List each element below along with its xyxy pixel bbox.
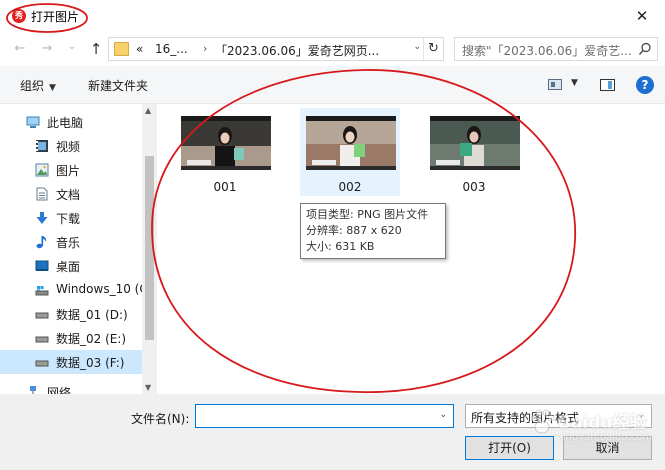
scrollbar-thumb[interactable]: [145, 156, 154, 340]
sidebar-item-documents[interactable]: 文档: [0, 182, 142, 206]
change-view-icon[interactable]: [548, 79, 562, 90]
breadcrumb-item-16[interactable]: 16_...: [155, 42, 188, 56]
file-list-view[interactable]: 001 002 003 项目类型: PNG 图片文件 分辨率: 887 x 62…: [157, 104, 665, 394]
file-type-filter[interactable]: 所有支持的图片格式 ⌄: [465, 404, 652, 428]
tooltip-size: 大小: 631 KB: [306, 240, 375, 253]
cancel-button[interactable]: 取消: [563, 436, 652, 460]
chevron-down-icon[interactable]: ⌄: [439, 410, 447, 420]
sidebar-item-label: 音乐: [56, 236, 81, 250]
image-thumbnail: [306, 116, 396, 170]
filename-label: 文件名(N):: [131, 412, 190, 426]
file-item-003[interactable]: 003: [424, 108, 524, 196]
command-bar: 组织 ▼ 新建文件夹 ▼ ?: [0, 66, 665, 104]
sidebar-item-pictures[interactable]: 图片: [0, 158, 142, 182]
close-button[interactable]: ✕: [627, 2, 657, 30]
navigation-pane: 此电脑 视频 图片 文档 下载 音乐 桌面 Windows_10 (C:) 数据…: [0, 104, 157, 394]
scroll-up-icon[interactable]: ▲: [145, 106, 151, 115]
search-box[interactable]: 搜索"「2023.06.06」爱奇艺...: [454, 37, 658, 61]
file-item-001[interactable]: 001: [175, 108, 275, 196]
sidebar-item-drive-e[interactable]: 数据_02 (E:): [0, 326, 142, 350]
network-icon: [30, 386, 36, 394]
scroll-down-icon[interactable]: ▼: [145, 383, 151, 392]
organize-label: 组织: [20, 79, 45, 93]
sidebar-item-desktop[interactable]: 桌面: [0, 254, 142, 278]
search-icon[interactable]: [638, 42, 652, 56]
bottom-pane: 文件名(N): ⌄ 所有支持的图片格式 ⌄ 打开(O) 取消: [0, 394, 665, 470]
sidebar-item-music[interactable]: 音乐: [0, 230, 142, 254]
file-info-tooltip: 项目类型: PNG 图片文件 分辨率: 887 x 620 大小: 631 KB: [300, 203, 446, 259]
pictures-icon: [35, 163, 49, 177]
sidebar-item-this-pc[interactable]: 此电脑: [0, 110, 142, 134]
file-name: 001: [213, 180, 237, 194]
filename-combobox[interactable]: ⌄: [195, 404, 454, 428]
file-name: 003: [462, 180, 486, 194]
window-title: 打开图片: [31, 10, 80, 24]
desktop-icon: [35, 260, 49, 271]
sidebar-item-label: 数据_03 (F:): [56, 356, 125, 370]
sidebar-item-label: 文档: [56, 188, 81, 202]
sidebar-scrollbar[interactable]: ▲ ▼: [142, 104, 157, 394]
sidebar-item-network[interactable]: 网络: [0, 380, 142, 394]
tooltip-resolution: 分辨率: 887 x 620: [306, 224, 402, 237]
image-thumbnail: [430, 116, 520, 170]
navigation-bar: ← → ⌄ ↑ « 16_... › 「2023.06.06」爱奇艺网页... …: [0, 32, 665, 66]
up-button[interactable]: ↑: [86, 39, 106, 59]
image-thumbnail: [181, 116, 271, 170]
breadcrumb-overflow[interactable]: «: [136, 42, 143, 56]
video-icon: [36, 140, 48, 152]
file-type-filter-value: 所有支持的图片格式: [471, 411, 580, 425]
recent-locations-button[interactable]: ⌄: [62, 37, 82, 57]
filename-input[interactable]: [200, 406, 432, 426]
search-placeholder[interactable]: 搜索"「2023.06.06」爱奇艺...: [462, 42, 634, 59]
system-drive-icon: [35, 286, 49, 296]
sidebar-item-downloads[interactable]: 下载: [0, 206, 142, 230]
address-bar[interactable]: « 16_... › 「2023.06.06」爱奇艺网页... ⌄ ↻: [108, 37, 444, 61]
drive-icon: [35, 312, 49, 319]
organize-menu[interactable]: 组织 ▼: [20, 77, 56, 94]
title-bar: 秀 打开图片 ✕: [0, 0, 665, 32]
back-button[interactable]: ←: [10, 39, 30, 59]
sidebar-item-label: 桌面: [56, 260, 81, 274]
sidebar-item-label: 网络: [47, 386, 72, 394]
sidebar-item-videos[interactable]: 视频: [0, 134, 142, 158]
chevron-down-icon: ▼: [49, 83, 56, 93]
help-icon[interactable]: ?: [636, 76, 654, 94]
chevron-down-icon[interactable]: ⌄: [637, 410, 645, 420]
folder-icon: [114, 42, 129, 56]
sidebar-item-label: 图片: [56, 164, 81, 178]
sidebar-item-label: 视频: [56, 140, 81, 154]
sidebar-item-label: 此电脑: [47, 116, 84, 130]
sidebar-item-drive-d[interactable]: 数据_01 (D:): [0, 302, 142, 326]
sidebar-item-label: 数据_01 (D:): [56, 308, 128, 322]
download-icon: [36, 212, 48, 224]
forward-button[interactable]: →: [37, 39, 57, 59]
sidebar-item-drive-c[interactable]: Windows_10 (C:): [0, 278, 156, 302]
drive-icon: [35, 336, 49, 343]
app-logo-icon: 秀: [12, 9, 26, 23]
view-options-dropdown[interactable]: ▼: [571, 78, 578, 88]
file-name: 002: [338, 180, 362, 194]
sidebar-item-drive-f[interactable]: 数据_03 (F:): [0, 350, 142, 374]
sidebar-item-label: 数据_02 (E:): [56, 332, 127, 346]
computer-icon: [26, 116, 40, 128]
sidebar-item-label: 下载: [56, 212, 81, 226]
documents-icon: [36, 187, 48, 201]
drive-icon: [35, 360, 49, 367]
open-button[interactable]: 打开(O): [465, 436, 554, 460]
refresh-button[interactable]: ↻: [423, 38, 443, 60]
breadcrumb-separator[interactable]: ›: [203, 42, 207, 55]
preview-pane-icon[interactable]: [600, 79, 615, 91]
file-item-002[interactable]: 002: [300, 108, 400, 196]
address-dropdown-icon[interactable]: ⌄: [413, 42, 421, 52]
music-icon: [36, 236, 47, 249]
new-folder-button[interactable]: 新建文件夹: [88, 77, 148, 94]
breadcrumb-item-current[interactable]: 「2023.06.06」爱奇艺网页...: [215, 42, 379, 59]
tooltip-item-type: 项目类型: PNG 图片文件: [306, 208, 429, 221]
